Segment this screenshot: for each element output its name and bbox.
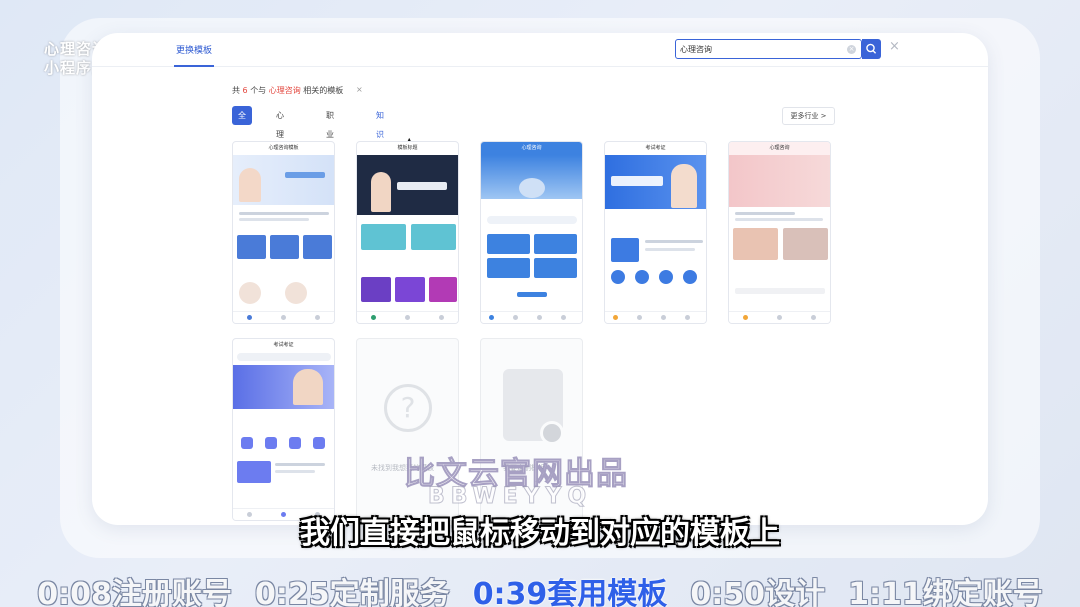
- card-text-line: [645, 248, 695, 251]
- result-middle: 个与: [250, 86, 267, 95]
- tab-change-template[interactable]: 更换模板: [176, 43, 212, 56]
- card-emblem: [519, 178, 545, 198]
- card-avatar: [285, 282, 307, 304]
- active-tab-indicator: [174, 65, 214, 67]
- card-text-line: [275, 463, 325, 466]
- search-box: ×: [675, 39, 862, 59]
- template-card-2[interactable]: 模板标题: [356, 141, 459, 324]
- card-title: 心理咨询: [729, 142, 830, 155]
- card-title: 考试考证: [645, 145, 666, 151]
- card-icon-dot: [289, 437, 301, 449]
- card-tile: [395, 277, 425, 302]
- card-heading-bar: [517, 292, 547, 297]
- filter-vocational[interactable]: 职业培训: [320, 106, 340, 177]
- card-tile: [429, 277, 457, 302]
- card-title: 考试考证: [273, 342, 294, 348]
- card-tabbar: [729, 311, 830, 323]
- card-tile: [733, 228, 778, 260]
- card-icon-dot: [659, 270, 673, 284]
- card-icon-dot: [265, 437, 277, 449]
- card-portrait: [671, 164, 697, 208]
- search-input[interactable]: [680, 42, 840, 57]
- card-heading-bar: [735, 288, 825, 294]
- chapter-apply-template[interactable]: 0:39套用模板: [473, 569, 668, 607]
- template-card-1[interactable]: 心理咨询模板: [232, 141, 335, 324]
- card-icon-dot: [241, 437, 253, 449]
- card-tile: [270, 235, 299, 259]
- card-tile: [611, 238, 639, 262]
- card-icon-dot: [313, 437, 325, 449]
- card-banner: [729, 155, 830, 207]
- template-card-3[interactable]: 心理咨询: [480, 141, 583, 324]
- card-tile: [534, 258, 577, 278]
- card-search-bar: [237, 353, 331, 361]
- template-card-5[interactable]: 心理咨询: [728, 141, 831, 324]
- card-tile: [411, 224, 456, 250]
- chapter-register[interactable]: 0:08注册账号: [37, 569, 232, 607]
- question-icon: ?: [384, 384, 432, 432]
- chapter-custom-service[interactable]: 0:25定制服务: [255, 569, 450, 607]
- card-tile: [237, 461, 271, 483]
- template-card-6[interactable]: 考试考证: [232, 338, 335, 521]
- clear-result-icon[interactable]: ×: [356, 85, 363, 94]
- card-portrait: [239, 168, 261, 202]
- search-button[interactable]: [862, 39, 881, 59]
- card-tabbar: [481, 311, 582, 323]
- filter-paid-knowledge[interactable]: 知识付费: [370, 106, 390, 177]
- card-text-line: [735, 218, 823, 221]
- card-title: 模板标题: [397, 145, 418, 151]
- card-tile: [361, 224, 406, 250]
- template-card-4[interactable]: 考试考证: [604, 141, 707, 324]
- video-subtitle: 我们直接把鼠标移动到对应的模板上: [300, 516, 780, 551]
- card-text-line: [645, 240, 703, 243]
- search-icon: [866, 43, 877, 54]
- card-tabbar: [357, 311, 458, 323]
- card-portrait: [293, 369, 323, 405]
- edit-pen-icon: [540, 421, 564, 445]
- card-tile: [487, 234, 530, 254]
- filter-all[interactable]: 全部: [232, 106, 252, 139]
- card-heading-bar: [285, 172, 325, 178]
- result-summary: 共 6 个与 心理咨询 相关的模板: [232, 85, 343, 96]
- card-text-line: [275, 470, 315, 473]
- chapter-timeline: 0:08注册账号 0:25定制服务 0:39套用模板 0:50设计 1:11绑定…: [0, 569, 1080, 607]
- card-tile: [237, 235, 266, 259]
- card-tabbar: [605, 311, 706, 323]
- card-avatar: [239, 282, 261, 304]
- filter-psychology[interactable]: 心理咨询: [270, 106, 290, 177]
- card-heading-bar: [397, 182, 447, 190]
- result-suffix: 相关的模板: [303, 86, 344, 95]
- card-tile: [487, 258, 530, 278]
- card-text-line: [239, 212, 329, 215]
- close-icon[interactable]: ×: [889, 39, 900, 54]
- result-prefix: 共: [232, 86, 240, 95]
- brand-watermark-sub: BBWEYYQ: [427, 484, 593, 510]
- card-portrait: [371, 172, 391, 212]
- more-industry-button[interactable]: 更多行业 >: [782, 107, 835, 125]
- card-icon-dot: [683, 270, 697, 284]
- result-keyword: 心理咨询: [268, 86, 301, 95]
- card-tile: [361, 277, 391, 302]
- card-heading-bar: [611, 176, 663, 186]
- card-tile: [783, 228, 828, 260]
- card-text-line: [735, 212, 795, 215]
- card-search-bar: [487, 216, 577, 224]
- card-icon-dot: [635, 270, 649, 284]
- card-icon-dot: [611, 270, 625, 284]
- card-title: 心理咨询: [481, 142, 582, 155]
- card-text-line: [239, 218, 309, 221]
- card-tile: [534, 234, 577, 254]
- result-count: 6: [242, 86, 248, 95]
- card-tabbar: [233, 311, 334, 323]
- top-bar: 更换模板 × ×: [92, 33, 988, 67]
- chapter-bind-account[interactable]: 1:11绑定账号: [848, 569, 1043, 607]
- card-tile: [303, 235, 332, 259]
- clear-icon[interactable]: ×: [847, 45, 856, 54]
- chapter-design[interactable]: 0:50设计: [690, 569, 825, 607]
- card-title: 心理咨询模板: [268, 145, 299, 151]
